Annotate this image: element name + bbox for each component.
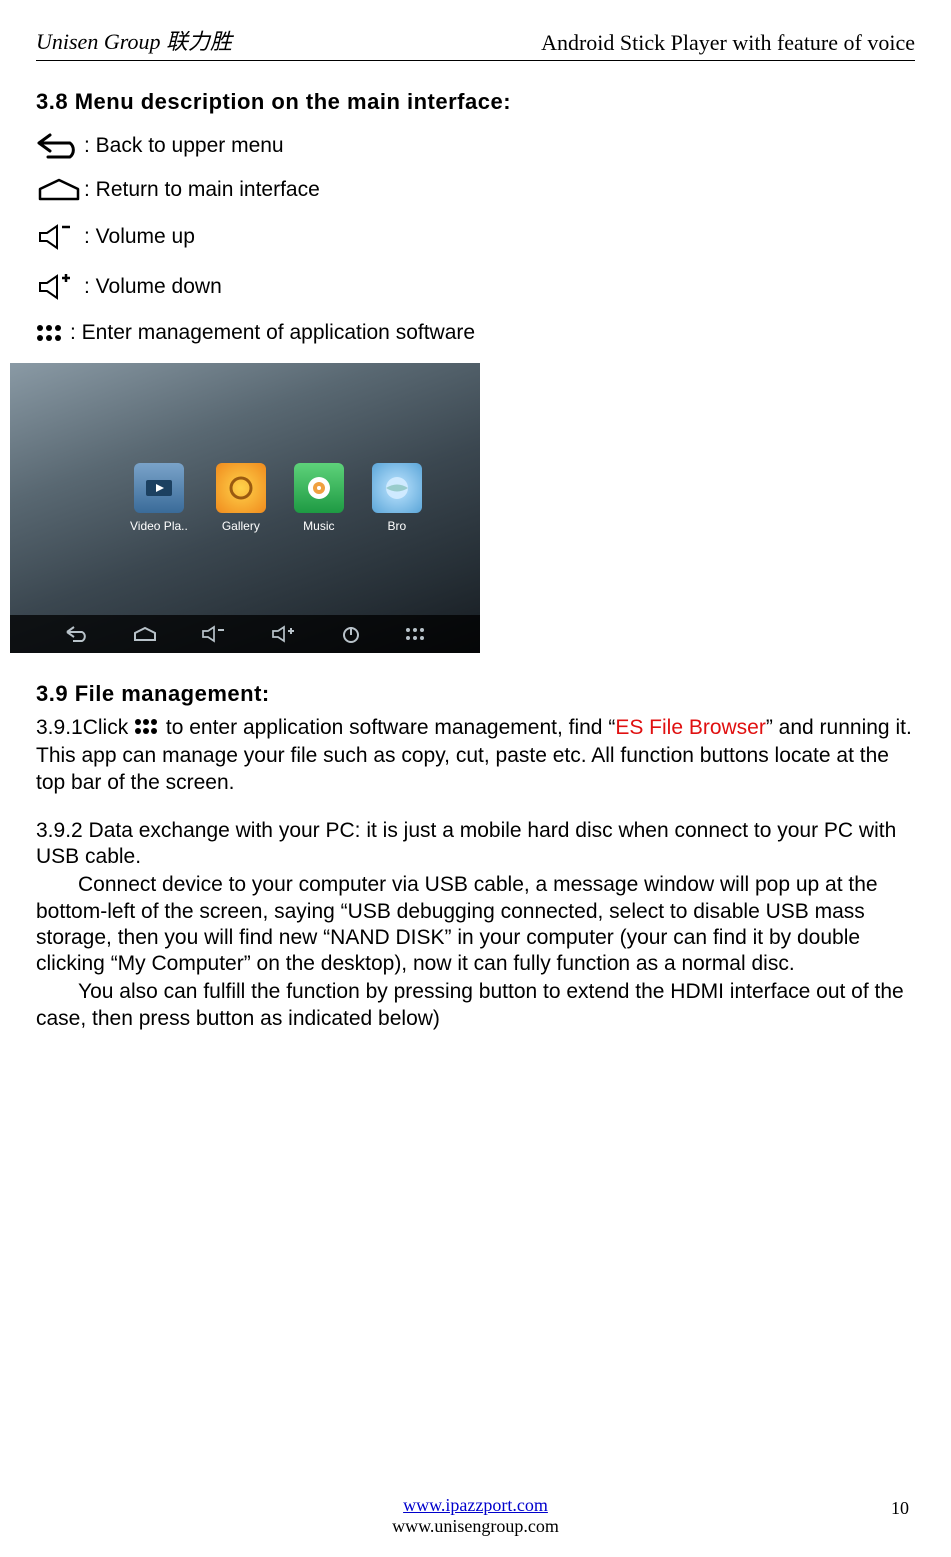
menu-item-apps: : Enter management of application softwa… [36,321,915,345]
section-3-9-body: 3.9.1Click to enter application software… [36,715,915,1032]
app-gallery: Gallery [216,463,266,533]
page-header: Unisen Group 联力胜 Android Stick Player wi… [36,24,915,61]
page-number: 10 [891,1498,909,1519]
menu-item-label: : Volume down [84,275,222,299]
nav-bar [10,615,480,653]
menu-item-back: : Back to upper menu [36,133,915,159]
nav-volume-up-icon [271,625,297,643]
nav-apps-icon [405,627,425,641]
para-3-9-2a: 3.9.2 Data exchange with your PC: it is … [36,818,915,871]
nav-volume-down-icon [201,625,227,643]
app-browser: Bro [372,463,422,533]
menu-item-volume-up: : Volume up [36,221,915,253]
volume-minus-icon [36,221,84,253]
menu-item-label: : Back to upper menu [84,134,284,158]
video-player-icon [134,463,184,513]
nav-power-icon [341,624,361,644]
apps-grid-icon-inline [134,718,166,741]
para-3-9-2c: You also can fulfill the function by pre… [36,979,915,1032]
footer-link-2: www.unisengroup.com [0,1516,951,1537]
gallery-icon [216,463,266,513]
nav-home-icon [133,626,157,642]
menu-item-label: : Volume up [84,225,195,249]
app-label: Video Pla.. [130,519,188,533]
header-left: Unisen Group 联力胜 [36,24,232,56]
volume-plus-icon [36,271,84,303]
menu-item-volume-down: : Volume down [36,271,915,303]
section-3-8-title: 3.8 Menu description on the main interfa… [36,89,915,115]
back-arrow-icon [36,133,84,159]
music-icon [294,463,344,513]
menu-item-label: : Enter management of application softwa… [70,321,475,345]
page-footer: www.ipazzport.com www.unisengroup.com 10 [0,1495,951,1537]
app-video-player: Video Pla.. [130,463,188,533]
para-3-9-2b: Connect device to your computer via USB … [36,872,915,977]
home-icon [36,177,84,203]
header-right: Android Stick Player with feature of voi… [541,30,915,56]
para-3-9-1: 3.9.1Click to enter application software… [36,715,915,796]
footer-link-1[interactable]: www.ipazzport.com [403,1495,548,1515]
nav-back-icon [65,625,89,643]
app-label: Bro [387,519,406,533]
app-music: Music [294,463,344,533]
browser-icon [372,463,422,513]
app-label: Gallery [222,519,260,533]
menu-item-label: : Return to main interface [84,178,320,202]
menu-item-home: : Return to main interface [36,177,915,203]
app-label: Music [303,519,334,533]
android-launcher-screenshot: Video Pla.. Gallery Music Bro [10,363,480,653]
section-3-9-title: 3.9 File management: [36,681,915,707]
apps-grid-icon [36,323,70,343]
es-file-browser-text: ES File Browser [615,716,766,739]
